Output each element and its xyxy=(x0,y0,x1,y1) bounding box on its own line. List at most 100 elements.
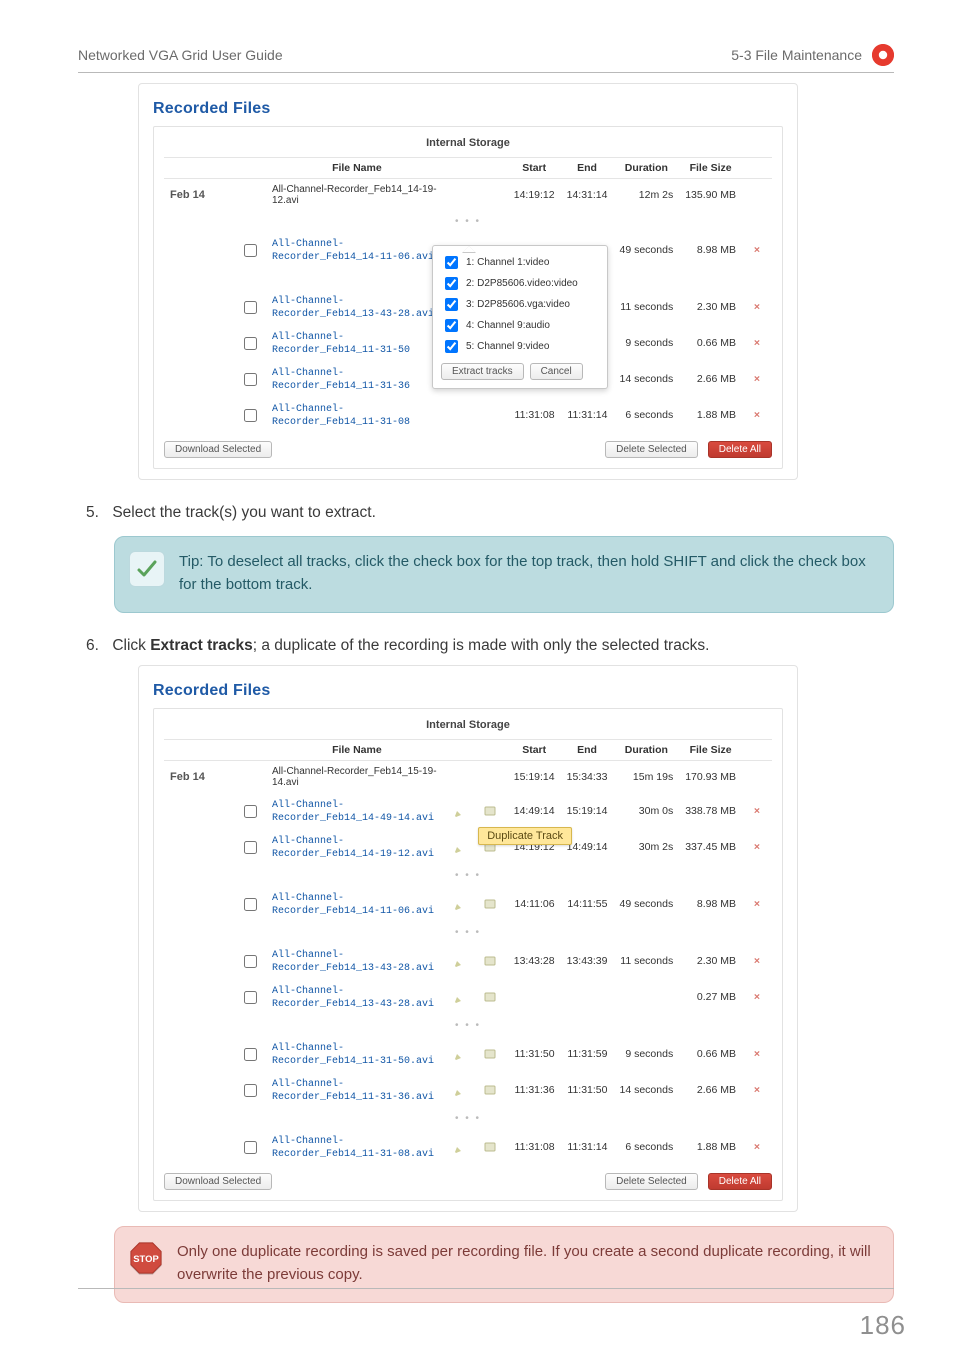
tip-text: Tip: To deselect all tracks, click the c… xyxy=(179,551,875,596)
delete-icon[interactable]: × xyxy=(754,898,760,910)
download-selected-button[interactable]: Download Selected xyxy=(164,441,272,458)
date-label: Feb 14 xyxy=(164,179,234,212)
col-duration: Duration xyxy=(613,740,679,761)
track-option[interactable]: 5: Channel 9:video xyxy=(441,336,599,357)
track-checkbox[interactable] xyxy=(445,340,458,353)
delete-selected-button[interactable]: Delete Selected xyxy=(605,441,698,458)
table-row: All-Channel-Recorder_Feb14_11-31-08.avi1… xyxy=(164,1129,772,1165)
extract-tracks-button[interactable]: Extract tracks xyxy=(441,363,524,380)
screenshot-recorded-files-2: Recorded Files Internal Storage File Nam… xyxy=(138,665,798,1212)
edit-icon[interactable] xyxy=(448,1036,478,1072)
page-number: 186 xyxy=(860,1310,906,1341)
row-checkbox[interactable] xyxy=(244,244,257,257)
row-checkbox[interactable] xyxy=(244,841,257,854)
delete-icon[interactable]: × xyxy=(754,373,760,385)
delete-icon[interactable]: × xyxy=(754,841,760,853)
table-row: All-Channel-Recorder_Feb14_14-11-06.avi1… xyxy=(164,886,772,922)
tracks-icon[interactable] xyxy=(478,886,508,922)
col-start: Start xyxy=(508,740,561,761)
track-option[interactable]: 1: Channel 1:video xyxy=(441,252,599,273)
edit-icon[interactable] xyxy=(448,979,478,1015)
delete-icon[interactable]: × xyxy=(754,991,760,1003)
edit-icon[interactable] xyxy=(448,793,478,829)
file-link[interactable]: All-Channel-Recorder_Feb14_11-31-08.avi xyxy=(272,1136,434,1160)
delete-icon[interactable]: × xyxy=(754,1084,760,1096)
col-end: End xyxy=(561,740,614,761)
col-filename: File Name xyxy=(266,740,448,761)
file-link[interactable]: All-Channel-Recorder_Feb14_11-31-50.avi xyxy=(272,1043,434,1067)
delete-icon[interactable]: × xyxy=(754,337,760,349)
delete-icon[interactable]: × xyxy=(754,1141,760,1153)
edit-icon[interactable] xyxy=(448,943,478,979)
file-link[interactable]: All-Channel-Recorder_Feb14_14-49-14.avi xyxy=(272,800,434,824)
track-option[interactable]: 4: Channel 9:audio xyxy=(441,315,599,336)
track-checkbox[interactable] xyxy=(445,256,458,269)
track-checkbox[interactable] xyxy=(445,277,458,290)
file-link[interactable]: All-Channel-Recorder_Feb14_13-43-28.avi xyxy=(272,296,434,320)
edit-icon[interactable] xyxy=(448,1129,478,1165)
table-row: All-Channel-Recorder_Feb14_13-43-28.avi1… xyxy=(164,943,772,979)
row-checkbox[interactable] xyxy=(244,991,257,1004)
tracks-icon[interactable] xyxy=(478,793,508,829)
file-link[interactable]: All-Channel-Recorder_Feb14_11-31-08 xyxy=(272,404,410,428)
col-end: End xyxy=(561,158,614,179)
tracks-icon[interactable] xyxy=(478,1129,508,1165)
table-row: All-Channel-Recorder_Feb14_11-31-36.avi1… xyxy=(164,1072,772,1108)
cancel-button[interactable]: Cancel xyxy=(530,363,583,380)
track-checkbox[interactable] xyxy=(445,319,458,332)
delete-icon[interactable]: × xyxy=(754,955,760,967)
file-link[interactable]: All-Channel-Recorder_Feb14_13-43-28.avi xyxy=(272,986,434,1010)
running-header: Networked VGA Grid User Guide 5-3 File M… xyxy=(78,44,894,73)
delete-icon[interactable]: × xyxy=(754,301,760,313)
delete-all-button[interactable]: Delete All xyxy=(708,441,772,458)
table-row: Feb 14 All-Channel-Recorder_Feb14_14-19-… xyxy=(164,179,772,212)
files-table: File Name Start End Duration File Size F… xyxy=(164,739,772,1165)
row-checkbox[interactable] xyxy=(244,1048,257,1061)
date-label: Feb 14 xyxy=(164,761,234,794)
edit-icon[interactable] xyxy=(448,1072,478,1108)
track-option[interactable]: 2: D2P85606.video:video xyxy=(441,273,599,294)
svg-text:STOP: STOP xyxy=(133,1254,159,1265)
edit-icon[interactable] xyxy=(448,886,478,922)
file-link[interactable]: All-Channel-Recorder_Feb14_11-31-50 xyxy=(272,332,410,356)
storage-caption: Internal Storage xyxy=(164,715,772,739)
row-checkbox[interactable] xyxy=(244,1084,257,1097)
tracks-icon[interactable] xyxy=(478,1036,508,1072)
row-checkbox[interactable] xyxy=(244,337,257,350)
duplicate-track-badge: Duplicate Track xyxy=(478,827,572,845)
delete-all-button[interactable]: Delete All xyxy=(708,1173,772,1190)
row-checkbox[interactable] xyxy=(244,805,257,818)
extract-tracks-popover: 1: Channel 1:video 2: D2P85606.video:vid… xyxy=(432,245,608,389)
row-checkbox[interactable] xyxy=(244,1141,257,1154)
file-link[interactable]: All-Channel-Recorder_Feb14_14-19-12.avi xyxy=(272,836,434,860)
table-row: Feb 14 All-Channel-Recorder_Feb14_15-19-… xyxy=(164,761,772,794)
tracks-icon[interactable] xyxy=(478,943,508,979)
file-link[interactable]: All-Channel-Recorder_Feb14_14-11-06.avi xyxy=(272,893,434,917)
row-checkbox[interactable] xyxy=(244,409,257,422)
delete-icon[interactable]: × xyxy=(754,409,760,421)
file-link[interactable]: All-Channel-Recorder_Feb14_11-31-36.avi xyxy=(272,1079,434,1103)
stop-text: Only one duplicate recording is saved pe… xyxy=(177,1241,875,1286)
edit-icon[interactable] xyxy=(448,829,478,865)
row-checkbox[interactable] xyxy=(244,301,257,314)
delete-icon[interactable]: × xyxy=(754,805,760,817)
stop-sign-icon: STOP xyxy=(129,1241,163,1275)
tracks-icon[interactable] xyxy=(478,979,508,1015)
track-option[interactable]: 3: D2P85606.vga:video xyxy=(441,294,599,315)
row-checkbox[interactable] xyxy=(244,373,257,386)
table-row: All-Channel-Recorder_Feb14_13-43-28.avi0… xyxy=(164,979,772,1015)
delete-selected-button[interactable]: Delete Selected xyxy=(605,1173,698,1190)
track-checkbox[interactable] xyxy=(445,298,458,311)
row-checkbox[interactable] xyxy=(244,898,257,911)
download-selected-button[interactable]: Download Selected xyxy=(164,1173,272,1190)
table-row: All-Channel-Recorder_Feb14_11-31-50.avi1… xyxy=(164,1036,772,1072)
col-filename: File Name xyxy=(266,158,448,179)
file-link[interactable]: All-Channel-Recorder_Feb14_13-43-28.avi xyxy=(272,950,434,974)
header-left: Networked VGA Grid User Guide xyxy=(78,47,283,63)
file-link[interactable]: All-Channel-Recorder_Feb14_14-11-06.avi xyxy=(272,239,434,263)
row-checkbox[interactable] xyxy=(244,955,257,968)
file-link[interactable]: All-Channel-Recorder_Feb14_11-31-36 xyxy=(272,368,410,392)
delete-icon[interactable]: × xyxy=(754,244,760,256)
delete-icon[interactable]: × xyxy=(754,1048,760,1060)
tracks-icon[interactable] xyxy=(478,1072,508,1108)
